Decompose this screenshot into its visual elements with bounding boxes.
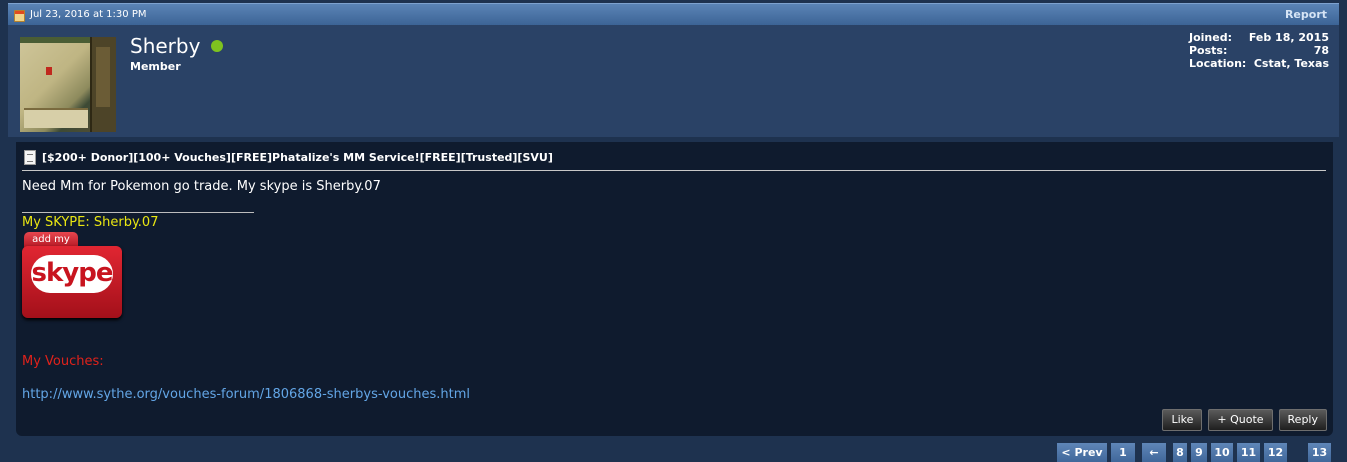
stat-posts: Posts: 78 <box>1189 44 1329 57</box>
post-date: Jul 23, 2016 at 1:30 PM <box>30 9 147 20</box>
username[interactable]: Sherby <box>130 34 200 58</box>
page-8[interactable]: 8 <box>1173 443 1187 462</box>
thread-title: [$200+ Donor][100+ Vouches][FREE]Phatali… <box>22 148 1326 171</box>
post-icon <box>14 10 25 22</box>
page-1[interactable]: 1 <box>1111 443 1135 462</box>
prev-page-button[interactable]: < Prev <box>1057 443 1107 462</box>
user-info: Sherby Member Joined: Feb 18, 2015 Posts… <box>8 25 1339 137</box>
vouches-label: My Vouches: <box>22 354 104 369</box>
skype-logo: skype <box>31 255 113 293</box>
post-header: Jul 23, 2016 at 1:30 PM Report <box>8 3 1339 25</box>
page-10[interactable]: 10 <box>1211 443 1233 462</box>
page-13[interactable]: 13 <box>1308 443 1331 462</box>
user-stats: Joined: Feb 18, 2015 Posts: 78 Location:… <box>1189 31 1329 70</box>
post-actions: Like + Quote Reply <box>1162 409 1327 431</box>
skype-badge[interactable]: add my skype <box>22 232 123 320</box>
page-11[interactable]: 11 <box>1237 443 1260 462</box>
page-9[interactable]: 9 <box>1191 443 1207 462</box>
thread-title-text[interactable]: [$200+ Donor][100+ Vouches][FREE]Phatali… <box>42 151 553 164</box>
user-title: Member <box>130 60 181 73</box>
stat-joined: Joined: Feb 18, 2015 <box>1189 31 1329 44</box>
page-12[interactable]: 12 <box>1264 443 1287 462</box>
avatar[interactable] <box>20 37 116 132</box>
stat-location: Location: Cstat, Texas <box>1189 57 1329 70</box>
quote-button[interactable]: + Quote <box>1208 409 1273 431</box>
signature-skype: My SKYPE: Sherby.07 <box>22 215 159 230</box>
message-text: Need Mm for Pokemon go trade. My skype i… <box>22 179 381 194</box>
page-jump-arrow-icon[interactable]: ← <box>1142 443 1166 462</box>
online-status-icon <box>211 40 223 52</box>
document-icon <box>24 150 36 165</box>
vouches-link[interactable]: http://www.sythe.org/vouches-forum/18068… <box>22 387 470 402</box>
post-body: [$200+ Donor][100+ Vouches][FREE]Phatali… <box>16 142 1333 436</box>
report-link[interactable]: Report <box>1285 8 1327 21</box>
reply-button[interactable]: Reply <box>1278 409 1327 431</box>
signature-divider <box>22 212 254 213</box>
like-button[interactable]: Like <box>1162 409 1203 431</box>
